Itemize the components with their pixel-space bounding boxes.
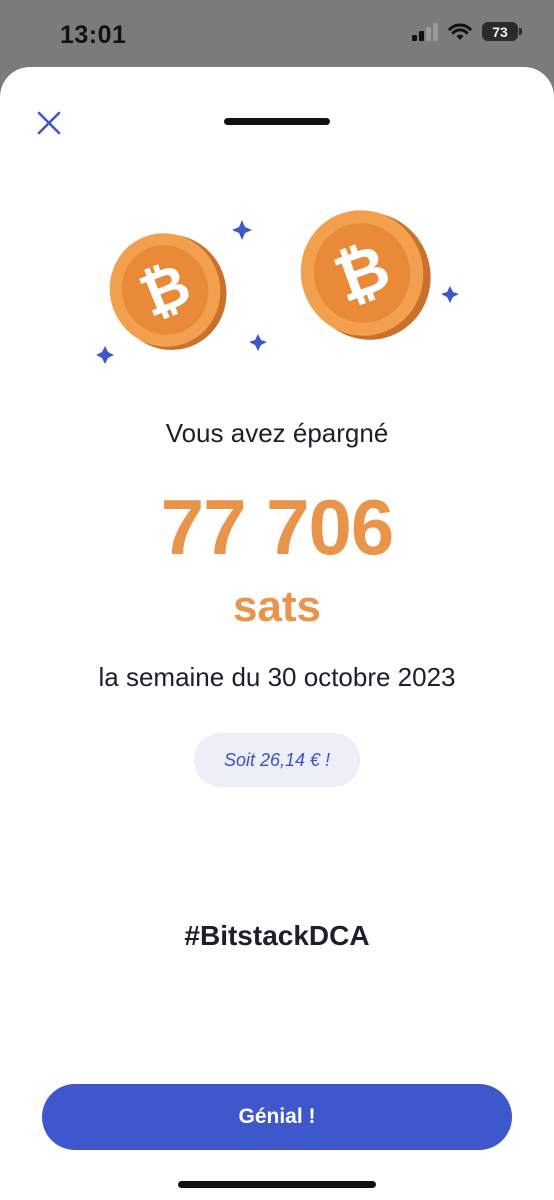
sheet-grabber[interactable] — [224, 118, 330, 125]
sparkle-icon — [232, 220, 252, 240]
sparkle-icon — [441, 286, 459, 303]
battery-icon: 73 — [482, 22, 522, 41]
cellular-signal-icon — [412, 22, 438, 41]
period-text: la semaine du 30 octobre 2023 — [98, 662, 456, 692]
status-time: 13:01 — [60, 21, 127, 49]
fiat-equivalent-badge: Soit 26,14 € ! — [194, 733, 360, 787]
close-button[interactable] — [34, 108, 64, 138]
home-indicator[interactable] — [178, 1181, 376, 1188]
fiat-equivalent-text: Soit 26,14 € ! — [223, 749, 331, 770]
headline-text: Vous avez épargné — [165, 418, 389, 448]
amount-unit: sats — [232, 582, 322, 631]
savings-illustration: ₿ ₿ — [96, 210, 459, 364]
status-icons: 73 — [412, 22, 522, 41]
battery-level: 73 — [492, 23, 508, 40]
sparkle-icon — [96, 346, 114, 364]
bitcoin-coin-icon: ₿ — [109, 233, 227, 350]
status-bar: 13:01 73 — [0, 0, 554, 70]
sparkle-icon — [249, 334, 267, 351]
saved-amount: 77 706 — [160, 483, 395, 571]
bitcoin-coin-icon: ₿ — [300, 210, 431, 340]
confirm-button[interactable]: Génial ! — [42, 1084, 512, 1150]
close-icon — [37, 111, 61, 135]
hashtag-text: #BitstackDCA — [184, 920, 370, 951]
wifi-icon — [448, 23, 472, 40]
